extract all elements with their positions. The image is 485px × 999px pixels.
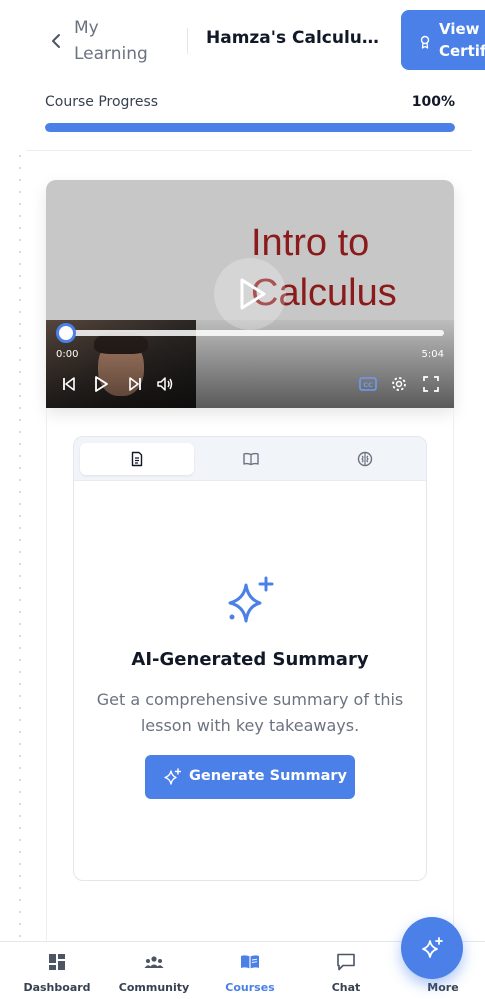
- closed-captions-icon[interactable]: CC: [359, 375, 377, 393]
- lesson-tools-card: AI-Generated Summary Get a comprehensive…: [73, 436, 427, 881]
- tab-summary[interactable]: [80, 443, 194, 475]
- video-current-time: 0:00: [56, 349, 79, 360]
- view-certificate-label: View Certif: [439, 20, 485, 60]
- skip-forward-icon[interactable]: [126, 375, 144, 393]
- back-to-my-learning-link[interactable]: My Learning: [74, 15, 174, 67]
- skip-back-icon[interactable]: [60, 375, 78, 393]
- nav-label-dashboard: Dashboard: [23, 981, 91, 994]
- ai-sparkle-icon: [422, 937, 443, 958]
- ai-sparkle-icon: [228, 576, 274, 623]
- video-seek-handle[interactable]: [56, 323, 76, 343]
- tab-notes[interactable]: [194, 443, 308, 475]
- document-icon: [131, 451, 143, 467]
- course-progress-percent: 100%: [411, 94, 455, 110]
- nav-label-community: Community: [118, 981, 190, 994]
- course-progress-label: Course Progress: [45, 94, 159, 110]
- dotted-edge: [14, 150, 26, 940]
- video-seek-bar[interactable]: [66, 330, 444, 336]
- video-duration: 5:04: [421, 349, 444, 360]
- lesson-tabs: [74, 437, 426, 481]
- sparkle-icon: [164, 768, 181, 785]
- play-icon: [240, 278, 266, 310]
- ai-assistant-fab[interactable]: [401, 917, 463, 979]
- book-icon: [243, 452, 259, 466]
- courses-icon: [241, 955, 259, 969]
- nav-label-courses: Courses: [225, 981, 275, 994]
- big-play-button[interactable]: [214, 258, 286, 330]
- play-icon[interactable]: [92, 375, 110, 393]
- nav-item-community[interactable]: Community: [115, 942, 193, 999]
- community-icon: [144, 956, 164, 968]
- course-progress-fill: [45, 123, 455, 132]
- generate-summary-button[interactable]: Generate Summary: [145, 755, 355, 799]
- view-certificate-button[interactable]: View Certif: [401, 10, 485, 70]
- award-icon: [420, 35, 430, 49]
- course-progress-bar: [45, 123, 455, 132]
- video-player[interactable]: Intro to Calculus 0:00 5:04 CC: [46, 180, 454, 408]
- nav-label-more: More: [427, 981, 459, 994]
- summary-description: Get a comprehensive summary of this less…: [96, 690, 404, 735]
- header-divider: [187, 28, 188, 54]
- svg-text:CC: CC: [363, 381, 373, 389]
- settings-gear-icon[interactable]: [390, 375, 408, 393]
- header: My Learning Hamza's Calculus ... View Ce…: [0, 0, 485, 80]
- volume-icon[interactable]: [156, 375, 174, 393]
- chevron-left-icon[interactable]: [46, 30, 66, 52]
- chat-icon: [337, 953, 355, 971]
- nav-label-chat: Chat: [331, 981, 361, 994]
- course-title: Hamza's Calculus ...: [206, 28, 388, 48]
- nav-item-courses[interactable]: Courses: [216, 942, 284, 999]
- nav-item-dashboard[interactable]: Dashboard: [20, 942, 94, 999]
- dashboard-icon: [49, 954, 65, 970]
- tab-quiz[interactable]: [308, 443, 422, 475]
- summary-title: AI-Generated Summary: [131, 649, 369, 670]
- nav-item-chat[interactable]: Chat: [316, 942, 376, 999]
- divider: [26, 150, 472, 151]
- brain-icon: [357, 451, 373, 467]
- fullscreen-icon[interactable]: [422, 375, 440, 393]
- generate-summary-label: Generate Summary: [189, 768, 348, 784]
